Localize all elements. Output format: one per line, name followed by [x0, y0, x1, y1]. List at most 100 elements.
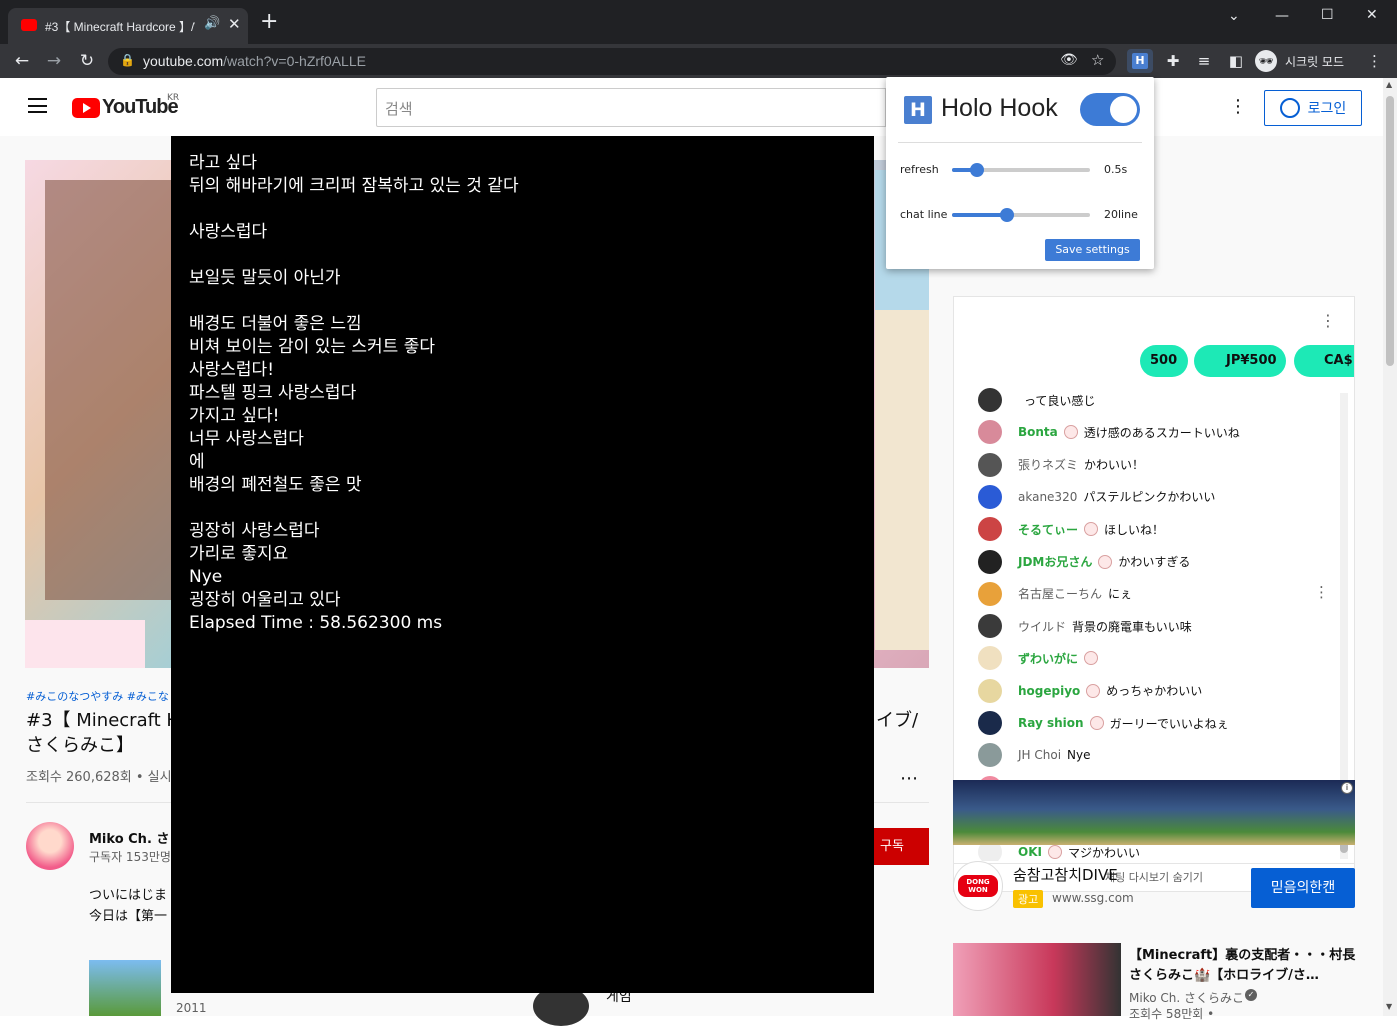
refresh-slider[interactable] — [952, 163, 1090, 177]
save-settings-button[interactable]: Save settings — [1045, 239, 1140, 261]
overlay-line: 보일듯 말듯이 아닌가 — [189, 268, 341, 288]
reading-list-icon[interactable]: ≡ — [1194, 51, 1214, 71]
page-scrollbar[interactable]: ▲ ▼ — [1383, 78, 1397, 1016]
chat-message[interactable]: って良い感じ — [978, 387, 1095, 413]
overlay-line: 뒤의 해바라기에 크리퍼 잠복하고 있는 것 같다 — [189, 176, 519, 196]
game-card-thumbnail[interactable] — [89, 960, 161, 1016]
search-input[interactable]: 검색 — [376, 88, 886, 127]
overlay-line: 굉장히 어울리고 있다 — [189, 590, 341, 610]
subscribe-button[interactable]: 구독 — [874, 828, 929, 865]
chat-text: めっちゃかわいい — [1106, 684, 1203, 699]
chat-author[interactable]: そるてぃー — [1018, 521, 1078, 538]
enable-toggle[interactable] — [1080, 93, 1140, 126]
extensions-puzzle-icon[interactable]: ✚ — [1163, 51, 1183, 71]
video-more-actions-icon[interactable]: ⋯ — [900, 768, 918, 789]
close-tab-icon[interactable]: ✕ — [228, 15, 241, 33]
ticker-chip[interactable]: 500 — [1140, 345, 1188, 377]
chat-author[interactable]: OKI — [1018, 845, 1042, 859]
overlay-line: 배경도 더불어 좋은 느낌 — [189, 314, 362, 334]
chat-author[interactable]: hogepiyo — [1018, 684, 1080, 698]
refresh-value: 0.5s — [1104, 163, 1128, 176]
chat-author[interactable]: ずわいがに — [1018, 650, 1078, 667]
chat-avatar — [978, 388, 1002, 412]
overlay-line — [189, 198, 856, 221]
reload-icon[interactable]: ↻ — [77, 51, 97, 71]
chat-message[interactable]: ずわいがに — [978, 645, 1104, 671]
refresh-slider-knob[interactable] — [969, 163, 984, 177]
chat-message[interactable]: Bonta 透け感のあるスカートいいね — [978, 419, 1240, 445]
chat-message[interactable]: akane320 パステルピンクかわいい — [978, 484, 1215, 510]
tracking-blocked-icon[interactable]: 👁 — [1060, 52, 1078, 68]
speaker-icon[interactable]: 🔊 — [204, 16, 220, 31]
chat-row-menu-icon[interactable]: ⋮ — [1314, 583, 1329, 601]
overlay-line: 비쳐 보이는 감이 있는 스커트 좋다 — [189, 337, 435, 357]
bookmark-star-icon[interactable]: ☆ — [1091, 51, 1104, 69]
more-options-icon[interactable]: ⋮ — [1229, 96, 1247, 117]
video-hashtags[interactable]: #みこのなつやすみ #みこな — [26, 688, 169, 704]
ad-banner[interactable]: i — [953, 780, 1355, 845]
ticker-chip[interactable]: JP¥500 — [1194, 345, 1286, 377]
chat-author[interactable]: Bonta — [1018, 425, 1058, 439]
chat-menu-icon[interactable]: ⋮ — [1320, 311, 1336, 330]
related-thumbnail[interactable] — [953, 943, 1121, 1016]
lock-icon: 🔒 — [120, 53, 135, 67]
tab-search-icon[interactable]: ⌄ — [1228, 8, 1240, 24]
incognito-profile-button[interactable]: 🕶 시크릿 모드 — [1255, 49, 1355, 73]
url-path: /watch?v=0-hZrf0ALLE — [223, 53, 366, 69]
forward-icon[interactable]: → — [44, 51, 64, 71]
scroll-up-icon[interactable]: ▲ — [1386, 80, 1392, 89]
chat-author[interactable]: Ray shion — [1018, 716, 1084, 730]
ticker-chip[interactable]: CA$ — [1294, 345, 1354, 377]
chat-message[interactable]: 張りネズミ かわいい！ — [978, 452, 1144, 478]
maximize-icon[interactable]: ☐ — [1321, 7, 1334, 23]
back-icon[interactable]: ← — [12, 51, 32, 71]
subscriber-count: 구독자 153만명 — [89, 850, 171, 864]
hamburger-menu-icon[interactable] — [28, 98, 47, 113]
channel-name[interactable]: Miko Ch. さく — [89, 828, 182, 847]
chat-avatar — [978, 549, 1002, 574]
browser-tab[interactable]: #3【 Minecraft Hardcore 】/\ 🔊 ✕ — [8, 8, 248, 44]
ad-title[interactable]: 숨참고참치DIVE — [1013, 864, 1118, 885]
address-bar[interactable]: 🔒 youtube.com/watch?v=0-hZrf0ALLE 👁 ☆ — [108, 48, 1116, 75]
chat-author[interactable]: 張りネズミ — [1018, 456, 1078, 473]
video-frame-building — [875, 310, 929, 650]
browser-menu-icon[interactable]: ⋮ — [1367, 51, 1382, 71]
chat-author[interactable]: ウイルド — [1018, 618, 1066, 635]
chat-message[interactable]: Ray shion ガーリーでいいよねぇ — [978, 710, 1229, 736]
chatline-slider-knob[interactable] — [1000, 208, 1015, 222]
ad-info-icon[interactable]: i — [1341, 782, 1353, 794]
overlay-line: Nye — [189, 567, 223, 587]
ad-domain[interactable]: www.ssg.com — [1052, 891, 1134, 905]
chat-author[interactable]: JH Choi — [1018, 748, 1061, 762]
chat-message[interactable]: JH Choi Nye — [978, 742, 1091, 768]
chat-author[interactable]: akane320 — [1018, 490, 1077, 504]
ad-logo[interactable]: DONG WON — [953, 861, 1003, 911]
chat-text: 透け感のあるスカートいいね — [1083, 425, 1240, 440]
new-tab-icon[interactable]: + — [260, 11, 278, 33]
chatline-slider[interactable] — [952, 208, 1090, 222]
chat-author[interactable]: 名古屋こーちん — [1018, 585, 1102, 602]
video-views: 조회수 260,628회 • 실시 — [26, 770, 172, 785]
youtube-logo[interactable]: YouTube — [72, 96, 179, 119]
holo-hook-extension-icon[interactable]: H — [1127, 49, 1153, 73]
page-scrollbar-thumb[interactable] — [1386, 96, 1394, 366]
side-panel-icon[interactable]: ◧ — [1226, 51, 1246, 71]
close-window-icon[interactable]: ✕ — [1366, 7, 1378, 23]
chat-message[interactable]: ウイルド 背景の廃電車もいい味 — [978, 613, 1192, 639]
related-channel[interactable]: Miko Ch. さくらみこ — [1129, 989, 1244, 1006]
minimize-icon[interactable]: — — [1275, 8, 1289, 24]
scroll-down-icon[interactable]: ▼ — [1386, 1002, 1392, 1011]
related-title[interactable]: 【Minecraft】裏の支配者・・・村長 — [1129, 944, 1355, 963]
video-title-tail: イブ/ — [876, 710, 919, 731]
chat-message[interactable]: そるてぃー ほしいね！ — [978, 516, 1164, 542]
search-placeholder: 검색 — [385, 100, 413, 118]
chat-message[interactable]: hogepiyo めっちゃかわいい — [978, 678, 1202, 704]
chat-message[interactable]: JDMお兄さん かわいすぎる — [978, 549, 1190, 575]
overlay-line: 사랑스럽다 — [189, 222, 268, 242]
chat-message[interactable]: 名古屋こーちん にぇ — [978, 581, 1132, 607]
related-title-line2[interactable]: さくらみこ🏰【ホロライブ/さ… — [1129, 964, 1329, 983]
channel-avatar[interactable] — [26, 822, 74, 870]
chat-author[interactable]: JDMお兄さん — [1018, 553, 1092, 570]
login-button[interactable]: 로그인 — [1264, 90, 1362, 126]
ad-cta-button[interactable]: 믿음의한캔 — [1251, 868, 1355, 908]
